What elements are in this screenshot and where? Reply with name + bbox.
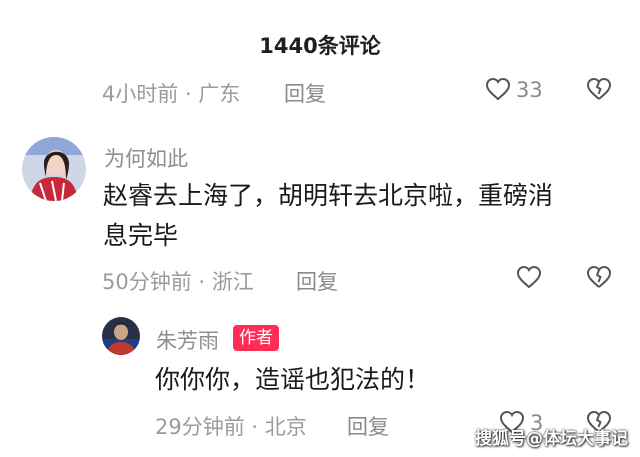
author-badge: 作者 bbox=[233, 325, 279, 351]
dislike-button[interactable] bbox=[586, 265, 612, 289]
heart-icon bbox=[485, 77, 511, 101]
like-button[interactable] bbox=[485, 77, 511, 101]
dislike-button[interactable] bbox=[586, 77, 612, 101]
avatar[interactable] bbox=[22, 137, 86, 201]
watermark: 搜狐号@体坛大事记 bbox=[475, 429, 628, 449]
comment-meta: 50分钟前 · 浙江 bbox=[102, 270, 254, 294]
reply-button[interactable]: 回复 bbox=[284, 78, 326, 108]
comment-text-line: 赵睿去上海了，胡明轩去北京啦，重磅消 bbox=[103, 181, 554, 210]
username[interactable]: 为何如此 bbox=[104, 143, 188, 173]
like-button[interactable] bbox=[516, 265, 542, 289]
comment-text: 赵睿去上海了，胡明轩去北京啦，重磅消 息完毕 bbox=[103, 176, 553, 256]
broken-heart-icon bbox=[586, 265, 612, 289]
comment-meta: 29分钟前 · 北京 bbox=[155, 415, 307, 439]
heart-icon bbox=[516, 265, 542, 289]
broken-heart-icon bbox=[586, 77, 612, 101]
reply-button[interactable]: 回复 bbox=[296, 266, 338, 296]
comments-count-title: 1440条评论 bbox=[259, 34, 381, 58]
username[interactable]: 朱芳雨 bbox=[156, 325, 219, 355]
avatar[interactable] bbox=[102, 317, 140, 355]
comment-text-line: 息完毕 bbox=[103, 221, 179, 250]
comment-text: 你你你，造谣也犯法的！ bbox=[155, 365, 431, 394]
comment-meta: 4小时前 · 广东 bbox=[102, 82, 241, 106]
reply-button[interactable]: 回复 bbox=[347, 411, 389, 441]
like-count: 33 bbox=[516, 78, 543, 102]
